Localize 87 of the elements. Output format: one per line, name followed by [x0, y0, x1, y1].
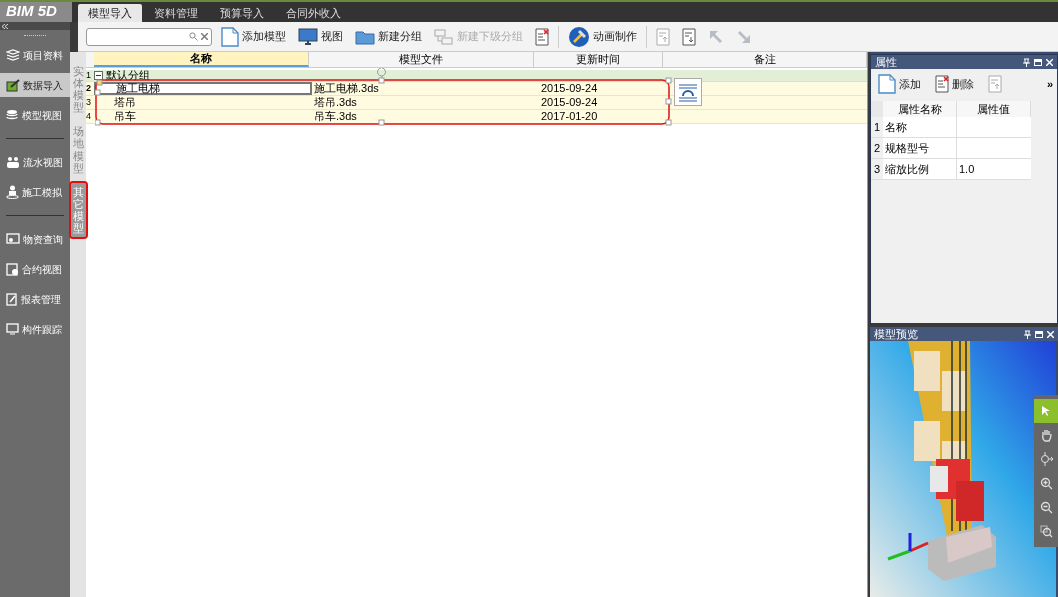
search-icon: [189, 32, 198, 41]
table-cell[interactable]: 吊车: [94, 110, 312, 123]
monitor-icon: [298, 27, 318, 46]
database-icon: [6, 108, 19, 122]
pointer-icon: [1041, 405, 1051, 417]
toolbar-button[interactable]: 新建分组: [352, 24, 425, 49]
hand-icon: [1040, 428, 1052, 442]
toolbar-button[interactable]: 添加: [875, 72, 924, 96]
delete-document-icon: [535, 27, 549, 46]
row-number: 1: [871, 117, 883, 137]
edit-icon: [6, 78, 20, 92]
row-number: 2: [871, 138, 883, 158]
close-icon[interactable]: [1047, 330, 1054, 338]
tab[interactable]: 资料管理: [144, 4, 208, 22]
pin-icon[interactable]: [1023, 57, 1030, 67]
report-icon: [6, 292, 18, 306]
document-down-icon: [682, 27, 696, 46]
sidebar-item[interactable]: 数据导入: [0, 73, 70, 97]
table-cell[interactable]: 施工电梯: [94, 82, 312, 95]
table-cell: 名称: [883, 117, 957, 137]
arrow-up-left-icon: [708, 28, 724, 45]
table-cell-text: 吊车.3ds: [313, 109, 358, 125]
table-cell-text: 1.0: [958, 161, 976, 177]
table-cell: 缩放比例: [883, 159, 957, 179]
panel-title: 属性: [875, 54, 898, 70]
sidebar-item[interactable]: 流水视图: [0, 150, 70, 174]
maximize-icon[interactable]: [1035, 330, 1043, 338]
orbit-icon: [1039, 452, 1053, 466]
zoom-in-icon: [1039, 476, 1053, 490]
table-cell-text: 塔吊.3ds: [313, 95, 358, 111]
collapse-bar[interactable]: [0, 22, 70, 30]
table-cell-text: 2017-01-20: [540, 109, 599, 125]
toolbar-button[interactable]: 视图: [295, 24, 346, 49]
table-cell[interactable]: 塔吊: [94, 96, 312, 109]
collapse-icon: [2, 23, 8, 29]
toolbar-button[interactable]: 动画制作: [565, 24, 640, 49]
tab[interactable]: 模型导入: [78, 4, 142, 22]
clear-icon[interactable]: [201, 33, 208, 40]
hammer-icon: [568, 25, 590, 48]
document-up-icon: [656, 27, 670, 46]
logo-text: BIM 5D: [6, 2, 57, 19]
panel-title: 模型预览: [874, 326, 919, 342]
table-cell-text: 施工电梯.3ds: [313, 81, 380, 97]
sidebar-item[interactable]: 施工模拟: [0, 180, 70, 204]
zoom-out-icon: [1039, 500, 1053, 514]
text-box-icon: [674, 78, 702, 106]
toolbar-button[interactable]: 删除: [932, 72, 977, 96]
sidebar-item[interactable]: 物资查询: [0, 227, 70, 251]
arrow-down-right-icon: [736, 28, 752, 45]
sidebar-item[interactable]: 项目资料: [0, 43, 70, 67]
zoom-fit-icon: [1039, 524, 1053, 538]
overflow-button[interactable]: »: [1046, 75, 1053, 93]
subgroup-icon: [434, 28, 454, 45]
sidebar-item[interactable]: 合约视图: [0, 257, 70, 281]
sidebar-item[interactable]: 模型视图: [0, 103, 70, 127]
search-field[interactable]: [86, 27, 212, 46]
sidebar-item[interactable]: 报表管理: [0, 287, 70, 311]
column-header: 属性名称: [883, 101, 957, 117]
person-icon: [6, 185, 19, 199]
maximize-icon[interactable]: [1034, 58, 1042, 66]
column-header[interactable]: 模型文件: [309, 52, 534, 67]
document-up-icon: [988, 75, 1002, 93]
layers-icon: [6, 49, 20, 61]
tab[interactable]: 预算导入: [210, 4, 274, 22]
table-cell-text: 2015-09-24: [540, 95, 599, 111]
row-number: 3: [871, 159, 883, 179]
toolbar-button[interactable]: 添加模型: [218, 24, 289, 49]
row-number: 4: [86, 109, 92, 123]
pin-icon[interactable]: [1024, 329, 1031, 339]
folder-icon: [355, 28, 375, 45]
table-cell: 规格型号: [883, 138, 957, 158]
column-header[interactable]: 备注: [663, 52, 867, 67]
table-cell-text: 2015-09-24: [540, 81, 599, 97]
view-tool-button[interactable]: [1034, 399, 1058, 423]
group-name[interactable]: 默认分组: [106, 67, 150, 84]
row-number: 2: [86, 81, 92, 95]
close-icon[interactable]: [1046, 58, 1053, 66]
column-header[interactable]: 名称: [93, 52, 310, 67]
row-number: 1: [86, 68, 92, 82]
column-header: 属性值: [957, 101, 1031, 117]
tab[interactable]: 合同外收入: [276, 4, 351, 22]
sidebar-item[interactable]: 构件跟踪: [0, 317, 70, 341]
row-number: 3: [86, 95, 92, 109]
delete-document-icon: [935, 75, 949, 93]
monitor-icon: [6, 323, 19, 335]
column-header[interactable]: 更新时间: [533, 52, 664, 67]
people-icon: [6, 155, 20, 169]
